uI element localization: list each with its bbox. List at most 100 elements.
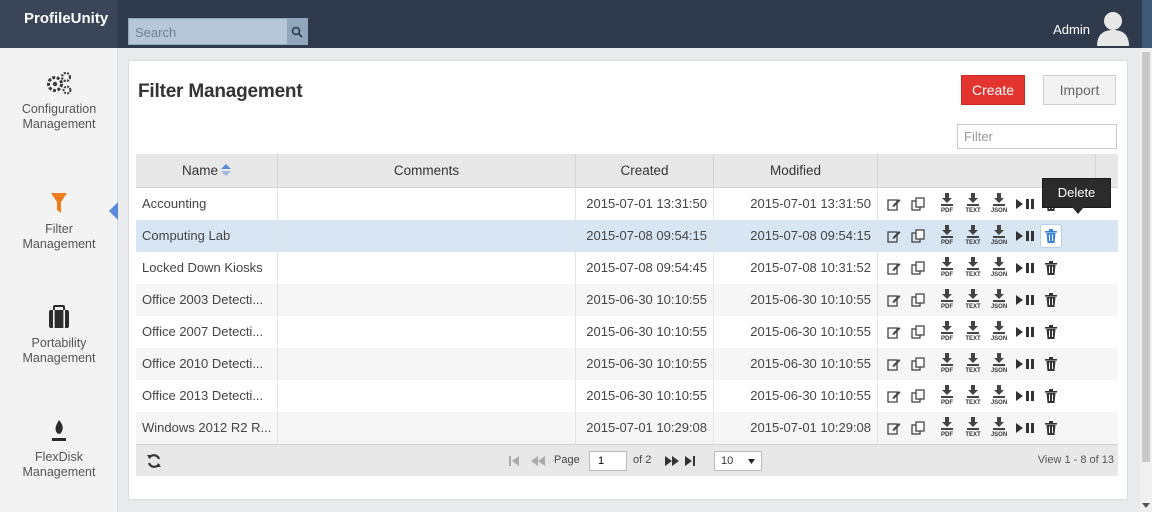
export-json-label: JSON <box>990 400 1008 406</box>
run-pause-icon[interactable] <box>1014 416 1036 440</box>
sidebar: Configuration Management Filter Manageme… <box>0 48 118 512</box>
run-pause-icon[interactable] <box>1014 256 1036 280</box>
run-pause-icon[interactable] <box>1014 352 1036 376</box>
export-json-label: JSON <box>990 240 1008 246</box>
copy-icon[interactable] <box>910 384 926 408</box>
table-row[interactable]: Computing Lab 2015-07-08 09:54:15 2015-07-… <box>136 220 1118 252</box>
run-pause-icon[interactable] <box>1014 320 1036 344</box>
delete-icon[interactable] <box>1040 224 1062 248</box>
modified-cell: 2015-07-01 13:31:50 <box>714 188 878 220</box>
export-json-icon[interactable]: JSON <box>988 352 1010 376</box>
scroll-down-icon[interactable] <box>1142 503 1150 508</box>
import-button[interactable]: Import <box>1043 75 1116 105</box>
delete-icon[interactable] <box>1040 320 1062 344</box>
edit-icon[interactable] <box>886 384 902 408</box>
export-pdf-icon[interactable]: PDF <box>936 224 958 248</box>
run-pause-icon[interactable] <box>1014 288 1036 312</box>
brand-logo[interactable]: ProfileUnity <box>0 0 118 48</box>
export-pdf-icon[interactable]: PDF <box>936 384 958 408</box>
delete-icon[interactable] <box>1040 288 1062 312</box>
run-pause-icon[interactable] <box>1014 192 1036 216</box>
export-text-icon[interactable]: TEXT <box>962 320 984 344</box>
table-row[interactable]: Office 2013 Detecti... 2015-06-30 10:10:5… <box>136 380 1118 412</box>
export-text-icon[interactable]: TEXT <box>962 224 984 248</box>
create-button[interactable]: Create <box>961 75 1025 105</box>
table-row[interactable]: Windows 2012 R2 R... 2015-07-01 10:29:08 2… <box>136 412 1118 444</box>
last-page-icon[interactable] <box>684 455 696 467</box>
edit-icon[interactable] <box>886 416 902 440</box>
first-page-icon[interactable] <box>508 455 520 467</box>
export-json-icon[interactable]: JSON <box>988 320 1010 344</box>
edit-icon[interactable] <box>886 320 902 344</box>
table-row[interactable]: Accounting 2015-07-01 13:31:50 2015-07-01 … <box>136 188 1118 220</box>
export-pdf-icon[interactable]: PDF <box>936 416 958 440</box>
edit-icon[interactable] <box>886 256 902 280</box>
sidebar-item-portability[interactable]: Portability Management <box>0 304 118 366</box>
copy-icon[interactable] <box>910 192 926 216</box>
export-pdf-icon[interactable]: PDF <box>936 352 958 376</box>
table-row[interactable]: Locked Down Kiosks 2015-07-08 09:54:45 201… <box>136 252 1118 284</box>
edit-icon[interactable] <box>886 192 902 216</box>
sidebar-item-flexdisk[interactable]: FlexDisk Management <box>0 418 118 480</box>
export-pdf-label: PDF <box>941 304 953 310</box>
page-number-input[interactable] <box>589 451 627 471</box>
edit-icon[interactable] <box>886 288 902 312</box>
edit-icon[interactable] <box>886 224 902 248</box>
copy-icon[interactable] <box>910 416 926 440</box>
copy-icon[interactable] <box>910 224 926 248</box>
export-text-icon[interactable]: TEXT <box>962 384 984 408</box>
column-header-created[interactable]: Created <box>576 154 714 188</box>
export-json-icon[interactable]: JSON <box>988 192 1010 216</box>
export-json-icon[interactable]: JSON <box>988 256 1010 280</box>
sidebar-item-filter[interactable]: Filter Management <box>0 190 118 252</box>
export-text-label: TEXT <box>965 432 981 438</box>
copy-icon[interactable] <box>910 256 926 280</box>
sort-ascending-icon[interactable] <box>221 164 231 176</box>
export-pdf-icon[interactable]: PDF <box>936 192 958 216</box>
delete-icon[interactable] <box>1040 416 1062 440</box>
records-summary: View 1 - 8 of 13 <box>1037 454 1114 466</box>
page-size-select[interactable]: 10 <box>714 451 762 471</box>
export-json-icon[interactable]: JSON <box>988 224 1010 248</box>
next-page-icon[interactable] <box>664 455 680 467</box>
flexdisk-icon <box>52 420 66 441</box>
table-row[interactable]: Office 2007 Detecti... 2015-06-30 10:10:5… <box>136 316 1118 348</box>
run-pause-icon[interactable] <box>1014 384 1036 408</box>
export-pdf-icon[interactable]: PDF <box>936 288 958 312</box>
table-row[interactable]: Office 2003 Detecti... 2015-06-30 10:10:5… <box>136 284 1118 316</box>
refresh-icon[interactable] <box>146 453 162 469</box>
search-input[interactable] <box>135 23 285 41</box>
previous-page-icon[interactable] <box>530 455 546 467</box>
page-size-value: 10 <box>721 455 734 467</box>
export-text-icon[interactable]: TEXT <box>962 192 984 216</box>
export-text-icon[interactable]: TEXT <box>962 416 984 440</box>
copy-icon[interactable] <box>910 320 926 344</box>
export-text-icon[interactable]: TEXT <box>962 352 984 376</box>
page-scrollbar[interactable] <box>1140 48 1152 512</box>
copy-icon[interactable] <box>910 288 926 312</box>
column-header-name[interactable]: Name <box>136 154 278 188</box>
column-header-comments[interactable]: Comments <box>278 154 576 188</box>
user-menu-label[interactable]: Admin <box>1053 22 1090 37</box>
export-pdf-icon[interactable]: PDF <box>936 256 958 280</box>
copy-icon[interactable] <box>910 352 926 376</box>
delete-icon[interactable] <box>1040 352 1062 376</box>
sidebar-item-configuration[interactable]: Configuration Management <box>0 70 118 132</box>
column-header-modified[interactable]: Modified <box>714 154 878 188</box>
export-json-icon[interactable]: JSON <box>988 288 1010 312</box>
scrollbar-thumb[interactable] <box>1142 52 1150 462</box>
table-row[interactable]: Office 2010 Detecti... 2015-06-30 10:10:5… <box>136 348 1118 380</box>
export-pdf-icon[interactable]: PDF <box>936 320 958 344</box>
filter-input[interactable] <box>957 124 1117 149</box>
delete-icon[interactable] <box>1040 256 1062 280</box>
avatar-icon[interactable] <box>1096 10 1130 46</box>
run-pause-icon[interactable] <box>1014 224 1036 248</box>
edit-icon[interactable] <box>886 352 902 376</box>
export-text-icon[interactable]: TEXT <box>962 288 984 312</box>
export-json-icon[interactable]: JSON <box>988 416 1010 440</box>
name-cell: Office 2007 Detecti... <box>136 316 278 348</box>
export-json-icon[interactable]: JSON <box>988 384 1010 408</box>
delete-icon[interactable] <box>1040 384 1062 408</box>
export-text-icon[interactable]: TEXT <box>962 256 984 280</box>
search-button[interactable] <box>287 19 307 44</box>
